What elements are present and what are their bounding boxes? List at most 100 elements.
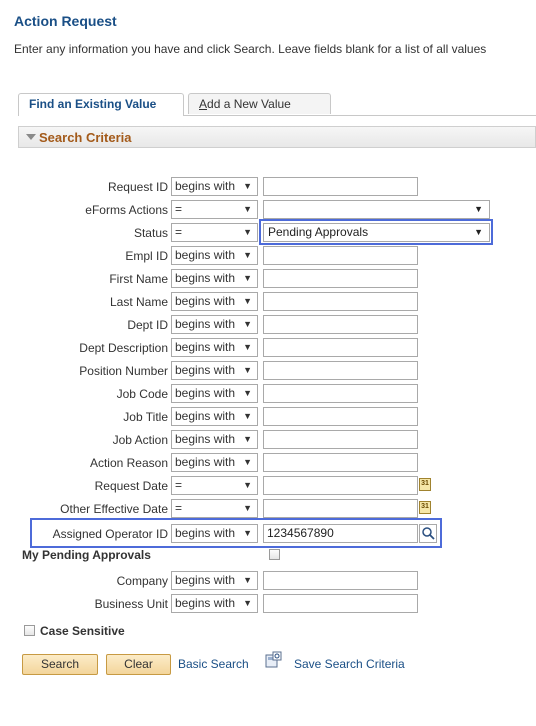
job-code-operator[interactable]: begins with ▼	[171, 384, 258, 403]
row-job-code: Job Code begins with ▼	[0, 384, 536, 404]
dropdown-arrow-icon: ▼	[243, 457, 252, 467]
position-number-label: Position Number	[79, 364, 168, 378]
dropdown-arrow-icon: ▼	[243, 319, 252, 329]
company-label: Company	[116, 574, 168, 588]
collapse-triangle-icon	[26, 134, 36, 140]
business-unit-input[interactable]	[263, 594, 418, 613]
other-effective-date-input[interactable]	[263, 499, 418, 518]
other-effective-date-label: Other Effective Date	[60, 502, 168, 516]
dropdown-arrow-icon: ▼	[243, 411, 252, 421]
dropdown-arrow-icon: ▼	[243, 365, 252, 375]
request-id-operator[interactable]: begins with ▼	[171, 177, 258, 196]
dept-description-operator[interactable]: begins with ▼	[171, 338, 258, 357]
action-reason-input[interactable]	[263, 453, 418, 472]
company-operator-value: begins with	[175, 573, 236, 587]
tab-find-existing-value[interactable]: Find an Existing Value	[18, 93, 184, 116]
status-label: Status	[133, 226, 168, 240]
position-number-operator[interactable]: begins with ▼	[171, 361, 258, 380]
dropdown-arrow-icon: ▼	[243, 296, 252, 306]
dropdown-arrow-icon: ▼	[243, 480, 252, 490]
dropdown-arrow-icon: ▼	[243, 204, 252, 214]
last-name-input[interactable]	[263, 292, 418, 311]
action-reason-label: Action Reason	[89, 456, 168, 470]
save-search-icon[interactable]	[264, 650, 284, 670]
status-operator-value: =	[175, 225, 183, 239]
eforms-actions-operator[interactable]: = ▼	[171, 200, 258, 219]
request-id-label: Request ID	[107, 180, 168, 194]
request-date-input[interactable]	[263, 476, 418, 495]
action-reason-operator-value: begins with	[175, 455, 236, 469]
row-company: Company begins with ▼	[0, 571, 536, 591]
calendar-icon[interactable]: 31	[419, 501, 431, 514]
action-reason-operator[interactable]: begins with ▼	[171, 453, 258, 472]
dropdown-arrow-icon: ▼	[243, 388, 252, 398]
row-request-id: Request ID begins with ▼	[0, 177, 536, 197]
my-pending-approvals-checkbox[interactable]	[269, 549, 280, 560]
business-unit-operator-value: begins with	[175, 596, 236, 610]
row-dept-id: Dept ID begins with ▼	[0, 315, 536, 335]
request-date-label: Request Date	[94, 479, 168, 493]
dropdown-arrow-icon: ▼	[243, 503, 252, 513]
row-last-name: Last Name begins with ▼	[0, 292, 536, 312]
dept-id-operator[interactable]: begins with ▼	[171, 315, 258, 334]
job-title-label: Job Title	[123, 410, 168, 424]
position-number-input[interactable]	[263, 361, 418, 380]
row-request-date: Request Date = ▼ 31	[0, 476, 536, 496]
search-criteria-header[interactable]: Search Criteria	[18, 126, 536, 148]
row-dept-description: Dept Description begins with ▼	[0, 338, 536, 358]
row-job-action: Job Action begins with ▼	[0, 430, 536, 450]
job-action-operator-value: begins with	[175, 432, 236, 446]
job-title-operator[interactable]: begins with ▼	[171, 407, 258, 426]
job-action-operator[interactable]: begins with ▼	[171, 430, 258, 449]
business-unit-label: Business Unit	[94, 597, 168, 611]
page-title: Action Request	[14, 13, 117, 29]
company-operator[interactable]: begins with ▼	[171, 571, 258, 590]
first-name-label: First Name	[109, 272, 168, 286]
dept-description-input[interactable]	[263, 338, 418, 357]
dropdown-arrow-icon: ▼	[243, 181, 252, 191]
dropdown-arrow-icon: ▼	[243, 273, 252, 283]
status-operator[interactable]: = ▼	[171, 223, 258, 242]
business-unit-operator[interactable]: begins with ▼	[171, 594, 258, 613]
job-title-input[interactable]	[263, 407, 418, 426]
empl-id-operator-value: begins with	[175, 248, 236, 262]
last-name-operator-value: begins with	[175, 294, 236, 308]
empl-id-operator[interactable]: begins with ▼	[171, 246, 258, 265]
request-date-operator[interactable]: = ▼	[171, 476, 258, 495]
last-name-label: Last Name	[109, 295, 168, 309]
last-name-operator[interactable]: begins with ▼	[171, 292, 258, 311]
basic-search-link[interactable]: Basic Search	[178, 657, 249, 671]
company-input[interactable]	[263, 571, 418, 590]
dept-description-operator-value: begins with	[175, 340, 236, 354]
other-effective-date-operator[interactable]: = ▼	[171, 499, 258, 518]
other-effective-date-operator-value: =	[175, 501, 183, 515]
dropdown-arrow-icon: ▼	[243, 342, 252, 352]
row-action-reason: Action Reason begins with ▼	[0, 453, 536, 473]
dropdown-arrow-icon: ▼	[243, 434, 252, 444]
request-id-input[interactable]	[263, 177, 418, 196]
job-code-input[interactable]	[263, 384, 418, 403]
tab-add-new-value[interactable]: Add a New Value	[188, 93, 331, 114]
job-code-operator-value: begins with	[175, 386, 236, 400]
calendar-icon[interactable]: 31	[419, 478, 431, 491]
request-id-operator-value: begins with	[175, 179, 236, 193]
search-button[interactable]: Search	[22, 654, 98, 675]
position-number-operator-value: begins with	[175, 363, 236, 377]
first-name-input[interactable]	[263, 269, 418, 288]
clear-button[interactable]: Clear	[106, 654, 171, 675]
empl-id-input[interactable]	[263, 246, 418, 265]
eforms-actions-select[interactable]: ▼	[263, 200, 490, 219]
row-first-name: First Name begins with ▼	[0, 269, 536, 289]
dept-id-input[interactable]	[263, 315, 418, 334]
row-other-effective-date: Other Effective Date = ▼ 31	[0, 499, 536, 519]
first-name-operator[interactable]: begins with ▼	[171, 269, 258, 288]
instructions-text: Enter any information you have and click…	[14, 42, 487, 56]
tab-bar: Find an Existing Value Add a New Value	[18, 93, 536, 116]
request-date-operator-value: =	[175, 478, 183, 492]
save-search-criteria-link[interactable]: Save Search Criteria	[294, 657, 405, 671]
dept-id-label: Dept ID	[127, 318, 168, 332]
dept-description-label: Dept Description	[79, 341, 168, 355]
job-action-input[interactable]	[263, 430, 418, 449]
case-sensitive-checkbox[interactable]	[24, 625, 35, 636]
row-position-number: Position Number begins with ▼	[0, 361, 536, 381]
